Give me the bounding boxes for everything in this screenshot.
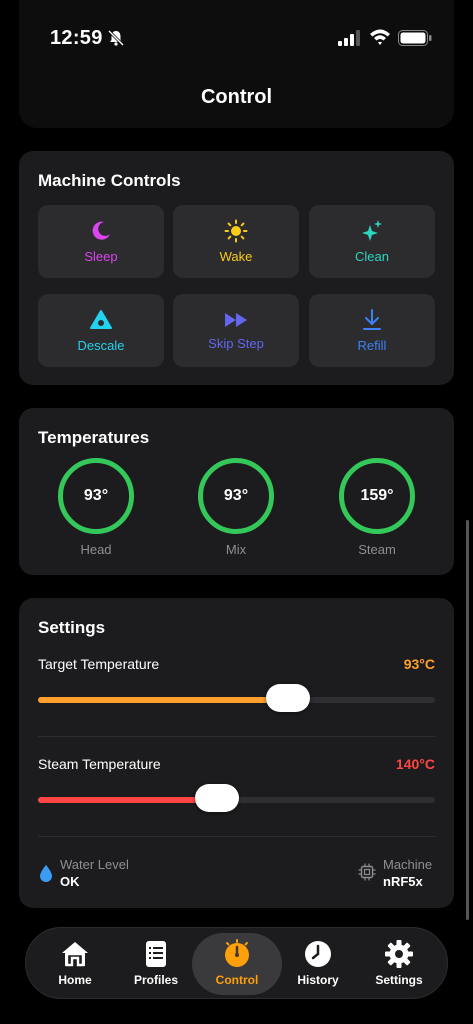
mix-gauge: 93° Mix <box>198 458 274 557</box>
divider <box>38 836 435 837</box>
head-label: Head <box>80 542 112 557</box>
temperatures-title: Temperatures <box>38 428 150 447</box>
steam-label: Steam <box>358 542 396 557</box>
tab-settings[interactable]: Settings <box>357 928 441 1000</box>
water-level-value: OK <box>60 874 80 889</box>
water-drop-icon <box>40 865 52 882</box>
mix-temperature-value: 93° <box>198 458 274 534</box>
tab-home[interactable]: Home <box>33 928 117 1000</box>
tab-control[interactable]: Control <box>195 928 279 1000</box>
sleep-label: Sleep <box>84 249 118 264</box>
tab-profiles-label: Profiles <box>133 973 178 987</box>
steam-temperature-value: 140°C <box>395 756 435 772</box>
cpu-chip-icon <box>358 863 376 881</box>
machine-controls-card: Machine Controls Sleep Wake Clean Descal… <box>19 151 454 385</box>
head-gauge: 93° Head <box>58 458 134 557</box>
tab-history[interactable]: History <box>276 928 360 1000</box>
status-bar: 12:59 <box>0 0 473 60</box>
skip-step-button[interactable]: Skip Step <box>173 294 299 367</box>
page-title: Control <box>200 86 273 108</box>
drop-triangle-icon <box>90 310 112 329</box>
sleep-button[interactable]: Sleep <box>38 205 164 278</box>
machine-value: nRF5x <box>383 874 423 889</box>
mix-label: Mix <box>225 542 247 557</box>
wake-button[interactable]: Wake <box>173 205 299 278</box>
descale-label: Descale <box>77 338 125 353</box>
tab-settings-label: Settings <box>375 973 423 987</box>
target-temperature-slider[interactable] <box>38 684 435 712</box>
steam-temperature-fill <box>38 797 217 803</box>
tab-profiles[interactable]: Profiles <box>114 928 198 1000</box>
bell-slash-icon <box>107 29 125 47</box>
scrollbar[interactable] <box>466 520 469 920</box>
descale-button[interactable]: Descale <box>38 294 164 367</box>
tab-home-label: Home <box>58 973 92 987</box>
target-temperature-value: 93°C <box>403 656 435 672</box>
wifi-icon <box>370 29 390 45</box>
cell-signal-icon <box>338 30 360 46</box>
steam-temperature-thumb[interactable] <box>194 784 239 812</box>
steam-temperature-label: Steam Temperature <box>38 756 161 772</box>
house-icon <box>62 942 88 967</box>
refill-button[interactable]: Refill <box>309 294 435 367</box>
tab-control-label: Control <box>215 973 259 987</box>
moon-icon <box>92 221 110 240</box>
status-time: 12:59 <box>50 27 103 49</box>
water-level-label: Water Level <box>60 857 129 872</box>
gauge-icon <box>225 939 249 967</box>
head-temperature-value: 93° <box>58 458 134 534</box>
steam-gauge: 159° Steam <box>339 458 415 557</box>
tab-bar: Home Profiles Control History Settings <box>25 927 448 999</box>
fast-forward-icon <box>225 313 247 327</box>
download-arrow-icon <box>363 309 381 330</box>
wake-label: Wake <box>219 249 253 264</box>
skip-step-label: Skip Step <box>208 336 264 351</box>
clock-icon <box>305 941 331 967</box>
target-temperature-label: Target Temperature <box>38 656 160 672</box>
divider <box>38 736 435 737</box>
settings-title: Settings <box>38 618 106 637</box>
machine-label: Machine <box>383 857 433 872</box>
tab-history-label: History <box>297 973 339 987</box>
machine-controls-title: Machine Controls <box>38 171 181 190</box>
settings-card: Settings Target Temperature 93°C Steam T… <box>19 598 454 908</box>
target-temperature-fill <box>38 697 289 703</box>
sparkles-icon <box>362 220 382 241</box>
battery-icon <box>398 30 432 46</box>
steam-temperature-slider[interactable] <box>38 784 435 812</box>
gear-icon <box>385 940 413 968</box>
document-list-icon <box>146 941 166 967</box>
refill-label: Refill <box>357 338 387 353</box>
clean-button[interactable]: Clean <box>309 205 435 278</box>
clean-label: Clean <box>355 249 389 264</box>
sun-icon <box>224 219 248 243</box>
target-temperature-thumb[interactable] <box>266 684 311 712</box>
steam-temperature-value: 159° <box>339 458 415 534</box>
temperatures-card: Temperatures 93° Head 93° Mix 159° Steam <box>19 408 454 575</box>
